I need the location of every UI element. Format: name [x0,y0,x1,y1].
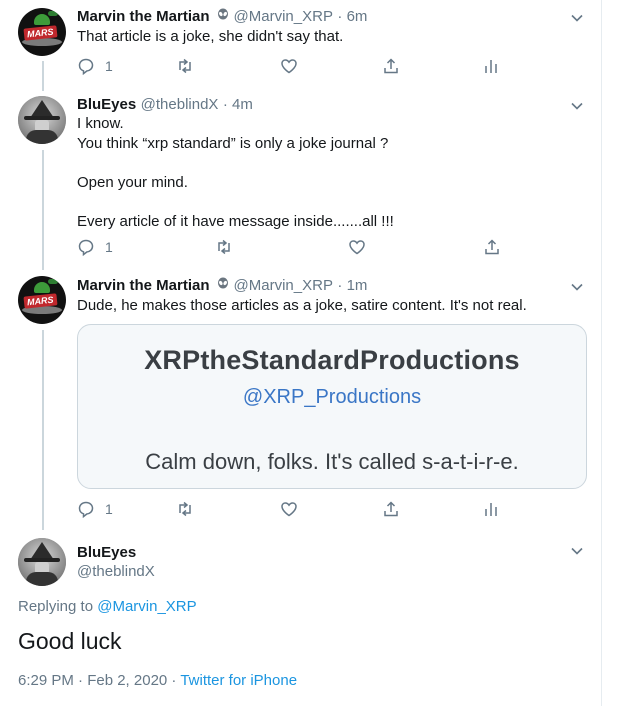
card-handle: @XRP_Productions [242,386,422,408]
replying-label: Replying to [18,598,94,615]
chevron-down-icon[interactable] [570,280,584,294]
avatar[interactable]: MARS [18,276,66,324]
display-name[interactable]: BluEyes [77,96,136,113]
replying-to-link[interactable]: @Marvin_XRP [97,598,196,615]
reply-icon [78,239,94,256]
chevron-down-icon[interactable] [570,11,584,25]
tweet-header: BluEyes @theblindX · 4m [77,96,253,114]
analytics-button[interactable] [482,498,500,520]
avatar[interactable] [18,538,66,586]
reply-button[interactable]: 1 [77,236,113,258]
source-link[interactable]: Twitter for iPhone [180,672,297,689]
card-body: Calm down, folks. It's called s-a-t-i-r-… [145,449,519,474]
like-button[interactable] [280,498,298,520]
tweet-text: Dude, he makes those articles as a joke,… [77,297,527,314]
retweet-icon [179,58,191,74]
timestamp[interactable]: 6:29 PM · Feb 2, 2020 · [18,672,176,689]
timeline-border [601,0,602,706]
tweet-actions: 1 [77,498,557,520]
tweet-text: Good luck [18,628,122,654]
reply-icon [78,501,94,518]
timestamp[interactable]: · 6m [337,8,367,25]
retweet-button[interactable] [215,236,233,258]
tweet-actions: 1 [77,236,557,258]
heart-icon [349,240,365,255]
chevron-down-icon[interactable] [570,99,584,113]
share-icon [384,501,398,517]
like-button[interactable] [348,236,366,258]
share-icon [485,239,499,255]
analytics-icon [485,60,497,73]
heart-icon [281,59,297,74]
handle[interactable]: @Marvin_XRP [234,8,333,25]
handle[interactable]: @theblindX [77,563,155,580]
card-title: XRPtheStandardProductions [144,345,520,375]
thread-connector [42,330,44,530]
chevron-down-icon[interactable] [570,544,584,558]
thread-connector [42,150,44,270]
share-button[interactable] [382,498,400,520]
share-button[interactable] [483,236,501,258]
retweet-button[interactable] [176,55,194,77]
reply-button[interactable]: 1 [77,55,113,77]
like-button[interactable] [280,55,298,77]
display-name[interactable]: Marvin the Martian [77,277,210,294]
tweet-text: That article is a joke, she didn't say t… [77,28,344,45]
display-name[interactable]: Marvin the Martian [77,8,210,25]
link-card[interactable]: XRPtheStandardProductions @XRP_Productio… [77,324,587,489]
reply-button[interactable]: 1 [77,498,113,520]
share-button[interactable] [382,55,400,77]
tweet-text: I know. You think “xrp standard” is only… [77,115,394,230]
timestamp[interactable]: · 4m [223,96,253,113]
timestamp[interactable]: · 1m [337,277,367,294]
thread-connector [42,61,44,91]
handle[interactable]: @theblindX [141,96,219,113]
tweet-header: Marvin the Martian @Marvin_XRP · 6m [77,8,367,26]
reply-icon [78,58,94,75]
avatar[interactable] [18,96,66,144]
retweet-icon [218,239,230,255]
analytics-icon [485,503,497,516]
share-icon [384,58,398,74]
replying-to: Replying to @Marvin_XRP [18,598,197,615]
reply-count: 1 [105,239,113,255]
tweet-actions: 1 [77,55,557,77]
retweet-icon [179,501,191,517]
handle[interactable]: @Marvin_XRP [234,277,333,294]
tweet-meta: 6:29 PM · Feb 2, 2020 · Twitter for iPho… [18,672,297,689]
alien-icon [217,8,228,20]
retweet-button[interactable] [176,498,194,520]
display-name[interactable]: BluEyes [77,544,136,561]
avatar[interactable]: MARS [18,8,66,56]
tweet-header: Marvin the Martian @Marvin_XRP · 1m [77,277,367,295]
heart-icon [281,502,297,517]
alien-icon [217,277,228,289]
analytics-button[interactable] [482,55,500,77]
reply-count: 1 [105,58,113,74]
reply-count: 1 [105,501,113,517]
